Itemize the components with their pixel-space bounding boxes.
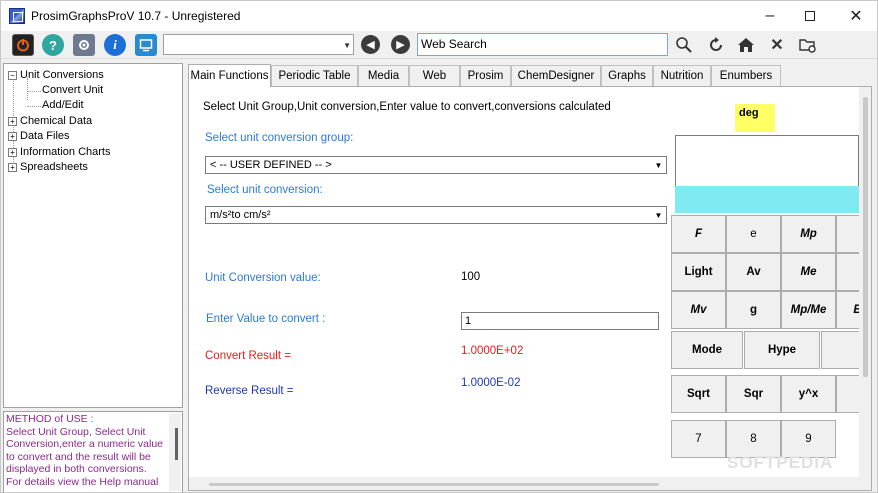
tree-item-add-edit[interactable]: Add/Edit (42, 99, 84, 113)
calculator-display (675, 135, 859, 187)
instructions-text: Select Unit Group,Unit conversion,Enter … (203, 101, 611, 113)
main-functions-panel: Select Unit Group,Unit conversion,Enter … (188, 86, 872, 491)
expand-icon[interactable]: + (8, 163, 17, 172)
settings-icon[interactable] (73, 34, 95, 56)
search-icon[interactable] (674, 35, 694, 55)
tree-item-label: Spreadsheets (20, 161, 88, 173)
tree-item-convert-unit[interactable]: Convert Unit (42, 84, 103, 98)
home-icon[interactable] (736, 35, 756, 55)
unit-conversion-select[interactable]: m/s²to cm/s² ▼ (205, 206, 667, 224)
expand-icon[interactable]: + (8, 117, 17, 126)
calc-button-7[interactable]: 7 (671, 420, 726, 458)
right-gutter (872, 86, 877, 491)
unit-conversion-value: m/s²to cm/s² (210, 209, 271, 221)
tree-item-label: Convert Unit (42, 84, 104, 96)
calc-button-sqrt[interactable]: Sqrt (671, 375, 726, 413)
tree-item-label: Information Charts (20, 146, 111, 158)
folder-settings-icon[interactable] (798, 35, 818, 55)
value-to-convert-input[interactable]: 1 (461, 312, 659, 330)
calc-button-sqr[interactable]: Sqr (726, 375, 781, 413)
toolbar-combo[interactable]: ▼ (163, 34, 354, 55)
title-bar: ProsimGraphsProV 10.7 - Unregistered – ✕ (1, 1, 877, 31)
collapse-icon[interactable]: − (8, 71, 17, 80)
calc-button-mp-me[interactable]: Mp/Me (781, 291, 836, 329)
tab-main-functions[interactable]: Main Functions (188, 64, 271, 87)
app-window: ProsimGraphsProV 10.7 - Unregistered – ✕… (0, 0, 878, 493)
close-button[interactable]: ✕ (833, 1, 877, 31)
calc-button-av[interactable]: Av (726, 253, 781, 291)
calc-button-y-pow-x[interactable]: y^x (781, 375, 836, 413)
maximize-button[interactable] (787, 1, 833, 31)
tree-item-unit-conversions[interactable]: − Unit Conversions (8, 69, 104, 83)
reverse-result-value: 1.0000E-02 (461, 377, 521, 389)
calc-button-g[interactable]: g (726, 291, 781, 329)
calc-button-me[interactable]: Me (781, 253, 836, 291)
tree-item-information-charts[interactable]: + Information Charts (8, 146, 110, 160)
convert-result-label: Convert Result = (205, 350, 291, 362)
stop-icon[interactable]: ✕ (767, 35, 787, 55)
calc-button-mv[interactable]: Mv (671, 291, 726, 329)
tab-media[interactable]: Media (358, 65, 409, 86)
back-icon[interactable]: ◀ (361, 35, 380, 54)
calc-button-F[interactable]: F (671, 215, 726, 253)
app-icon (9, 8, 25, 24)
group-label: Select unit conversion group: (205, 132, 354, 144)
horizontal-scroll-thumb[interactable] (209, 483, 659, 486)
calculator-result-display (675, 186, 859, 213)
monitor-icon[interactable] (135, 34, 157, 56)
conversion-label: Select unit conversion: (207, 184, 323, 196)
convert-result-value: 1.0000E+02 (461, 345, 524, 357)
window-title: ProsimGraphsProV 10.7 - Unregistered (31, 9, 241, 23)
tab-prosim[interactable]: Prosim (460, 65, 511, 86)
calc-button-mode[interactable]: Mode (671, 331, 743, 369)
chevron-down-icon: ▼ (343, 41, 351, 50)
tree-item-label: Add/Edit (42, 99, 84, 111)
tab-nutrition[interactable]: Nutrition (653, 65, 711, 86)
tree-item-label: Unit Conversions (20, 69, 104, 81)
info-icon[interactable]: i (104, 34, 126, 56)
tree-item-chemical-data[interactable]: + Chemical Data (8, 115, 92, 129)
calc-button-light[interactable]: Light (671, 253, 726, 291)
expand-icon[interactable]: + (8, 132, 17, 141)
tree-item-label: Data Files (20, 130, 70, 142)
angle-mode-indicator: deg (735, 104, 775, 132)
chevron-down-icon: ▼ (651, 208, 665, 222)
refresh-icon[interactable] (706, 35, 726, 55)
unit-group-value: < -- USER DEFINED -- > (210, 159, 332, 171)
vertical-scrollbar[interactable] (859, 87, 871, 490)
forward-icon[interactable]: ▶ (391, 35, 410, 54)
unit-group-select[interactable]: < -- USER DEFINED -- > ▼ (205, 156, 667, 174)
reverse-result-label: Reverse Result = (205, 385, 294, 397)
method-of-use-box[interactable]: METHOD of USE : Select Unit Group, Selec… (3, 411, 183, 492)
navigation-tree: − Unit Conversions Convert Unit Add/Edit … (3, 63, 183, 408)
tree-item-label: Chemical Data (20, 115, 93, 127)
toolbar: ? i ▼ ◀ ▶ Web Search ✕ (1, 31, 877, 59)
method-scroll-thumb[interactable] (175, 428, 178, 460)
enter-value-label: Enter Value to convert : (206, 313, 326, 325)
tab-chemdesigner[interactable]: ChemDesigner (511, 65, 601, 86)
chevron-down-icon: ▼ (651, 158, 665, 172)
tree-item-spreadsheets[interactable]: + Spreadsheets (8, 161, 88, 175)
calc-button-mp[interactable]: Mp (781, 215, 836, 253)
tab-periodic-table[interactable]: Periodic Table (271, 65, 358, 86)
unit-conversion-value: 100 (461, 271, 481, 283)
calc-button-hype[interactable]: Hype (744, 331, 820, 369)
vertical-scroll-thumb[interactable] (863, 97, 868, 377)
expand-icon[interactable]: + (8, 148, 17, 157)
help-icon[interactable]: ? (42, 34, 64, 56)
tab-graphs[interactable]: Graphs (601, 65, 653, 86)
tree-item-data-files[interactable]: + Data Files (8, 130, 70, 144)
web-search-input[interactable]: Web Search (417, 33, 668, 56)
method-of-use-text: METHOD of USE : Select Unit Group, Selec… (6, 413, 163, 488)
horizontal-scrollbar[interactable] (189, 477, 859, 490)
tab-bar: Main Functions Periodic Table Media Web … (188, 64, 877, 87)
tab-web[interactable]: Web (409, 65, 460, 86)
tab-enumbers[interactable]: Enumbers (711, 65, 781, 86)
calc-button-e[interactable]: e (726, 215, 781, 253)
power-icon[interactable] (12, 34, 34, 56)
watermark-text: SOFTPEDIA (727, 453, 834, 472)
unit-conversion-value-label: Unit Conversion value: (205, 272, 321, 284)
